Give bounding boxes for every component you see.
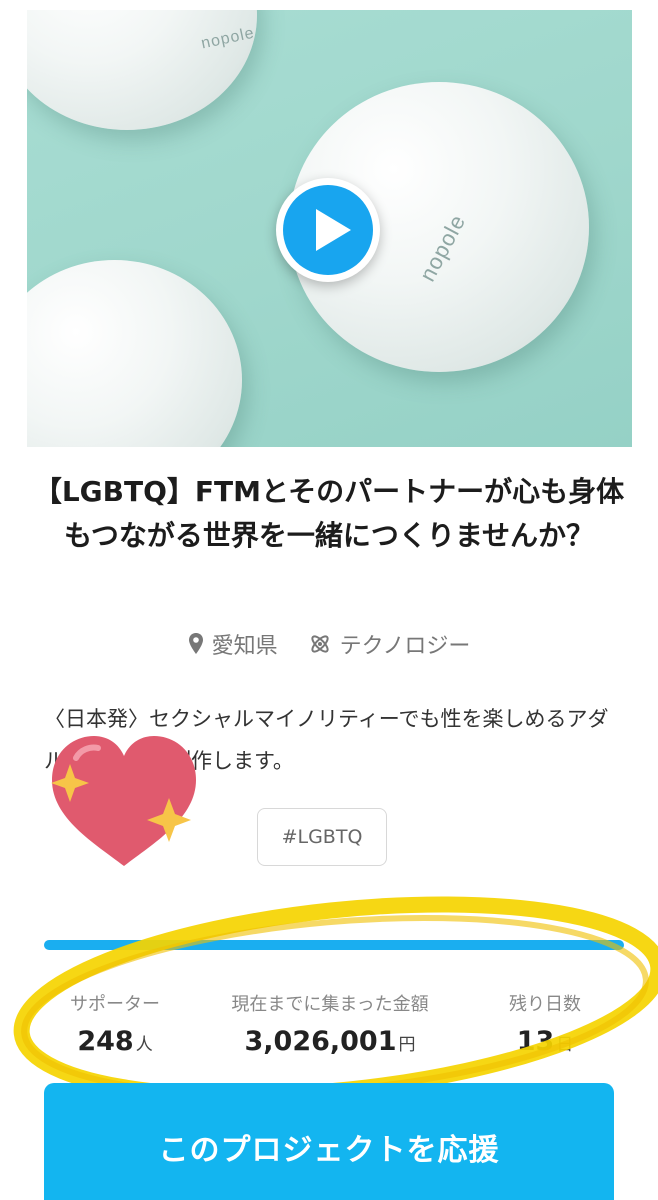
location-pin-icon: [188, 633, 203, 654]
product-image-ball: [27, 10, 257, 130]
funding-progress-bar: [44, 940, 624, 950]
category-label: テクノロジー: [339, 634, 471, 659]
supporters-stat: サポーター 248 人: [40, 990, 190, 1057]
product-image-ball: [27, 260, 242, 447]
heart-sticker-icon: [51, 736, 196, 866]
tag-chip[interactable]: #LGBTQ: [257, 808, 387, 866]
supporters-label: サポーター: [70, 994, 160, 1015]
project-title: 【LGBTQ】FTMとそのパートナーが心も身体もつながる世界を一緒につくりません…: [33, 475, 625, 552]
funding-progress-fill: [44, 940, 624, 950]
category-meta[interactable]: テクノロジー: [308, 628, 471, 660]
amount-stat: 現在までに集まった金額 3,026,001 円: [200, 990, 460, 1057]
days-left-value-line: 13 日: [480, 1026, 610, 1057]
supporters-value: 248: [77, 1026, 134, 1057]
amount-unit: 円: [398, 1035, 416, 1055]
days-left-label: 残り日数: [509, 994, 581, 1015]
days-left-unit: 日: [556, 1035, 574, 1055]
project-page: nopole nopole 【LGBTQ】FTMとそのパートナーが心も身体もつな…: [0, 0, 658, 1200]
location-meta[interactable]: 愛知県: [188, 628, 278, 660]
project-video[interactable]: nopole nopole: [27, 10, 632, 447]
project-meta: 愛知県 テクノロジー: [0, 628, 658, 660]
days-left-value: 13: [516, 1026, 555, 1057]
days-left-stat: 残り日数 13 日: [480, 990, 610, 1057]
amount-label: 現在までに集まった金額: [231, 994, 429, 1015]
location-label: 愛知県: [211, 634, 278, 659]
atom-icon: [311, 635, 329, 653]
play-icon: [316, 209, 351, 251]
amount-value: 3,026,001: [244, 1026, 397, 1057]
amount-value-line: 3,026,001 円: [200, 1026, 460, 1057]
play-button[interactable]: [276, 178, 380, 282]
support-project-button[interactable]: このプロジェクトを応援: [44, 1083, 614, 1200]
supporters-unit: 人: [135, 1035, 153, 1055]
supporters-value-line: 248 人: [40, 1026, 190, 1057]
